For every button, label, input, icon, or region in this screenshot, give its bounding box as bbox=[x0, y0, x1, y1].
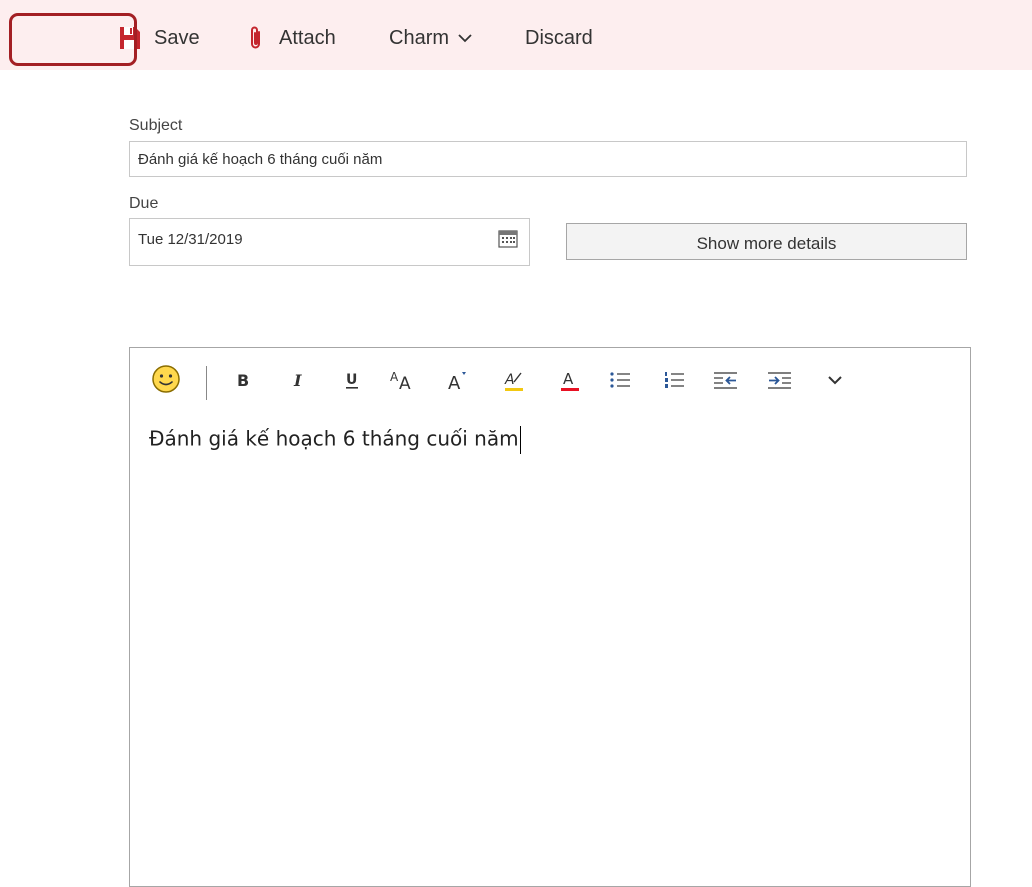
subject-input[interactable]: Đánh giá kế hoạch 6 tháng cuối năm bbox=[129, 141, 967, 177]
due-value: Tue 12/31/2019 bbox=[138, 231, 243, 248]
svg-text:A: A bbox=[504, 372, 515, 388]
show-more-details-button[interactable]: Show more details bbox=[566, 223, 967, 260]
svg-text:A: A bbox=[390, 370, 399, 384]
underline-icon[interactable]: U bbox=[343, 366, 361, 394]
command-bar: Save Attach Charm Discard bbox=[0, 0, 1032, 70]
font-size-icon[interactable]: AA bbox=[389, 366, 417, 394]
bullets-icon[interactable] bbox=[609, 366, 631, 394]
chevron-down-icon[interactable] bbox=[827, 366, 843, 394]
chevron-down-icon bbox=[458, 33, 472, 43]
due-label: Due bbox=[129, 195, 159, 212]
attach-button[interactable]: Attach bbox=[249, 22, 336, 54]
attach-label: Attach bbox=[279, 26, 336, 49]
discard-label: Discard bbox=[525, 26, 593, 49]
svg-text:B: B bbox=[237, 371, 249, 389]
toolbar-separator bbox=[206, 366, 207, 400]
svg-text:A: A bbox=[399, 374, 411, 391]
paperclip-icon bbox=[249, 25, 263, 51]
charm-label: Charm bbox=[389, 26, 450, 49]
increase-indent-icon[interactable] bbox=[767, 366, 793, 394]
italic-icon[interactable]: I bbox=[291, 366, 309, 394]
save-label: Save bbox=[154, 26, 200, 49]
charm-dropdown[interactable]: Charm bbox=[389, 22, 472, 54]
bold-icon[interactable]: B bbox=[235, 366, 253, 394]
calendar-icon[interactable] bbox=[498, 230, 518, 252]
font-color-icon[interactable]: A bbox=[559, 366, 581, 394]
message-body[interactable]: Đánh giá kế hoạch 6 tháng cuối năm bbox=[149, 426, 521, 454]
superscript-icon[interactable]: A bbox=[447, 366, 469, 394]
discard-button[interactable]: Discard bbox=[525, 22, 593, 54]
message-editor[interactable]: B I U AA A A A Đánh giá kế hoạch 6 tháng… bbox=[129, 347, 971, 887]
text-caret bbox=[519, 426, 521, 454]
svg-text:A: A bbox=[448, 373, 461, 391]
emoji-icon[interactable] bbox=[151, 365, 181, 393]
svg-text:U: U bbox=[346, 372, 357, 388]
svg-text:A: A bbox=[563, 370, 574, 388]
subject-value: Đánh giá kế hoạch 6 tháng cuối năm bbox=[138, 150, 383, 168]
numbering-icon[interactable] bbox=[663, 366, 685, 394]
subject-label: Subject bbox=[129, 117, 183, 134]
highlight-box bbox=[9, 13, 137, 66]
due-date-input[interactable]: Tue 12/31/2019 bbox=[129, 218, 530, 266]
message-body-text: Đánh giá kế hoạch 6 tháng cuối năm bbox=[149, 426, 519, 451]
decrease-indent-icon[interactable] bbox=[713, 366, 739, 394]
highlight-icon[interactable]: A bbox=[503, 366, 525, 394]
svg-text:I: I bbox=[293, 371, 302, 389]
